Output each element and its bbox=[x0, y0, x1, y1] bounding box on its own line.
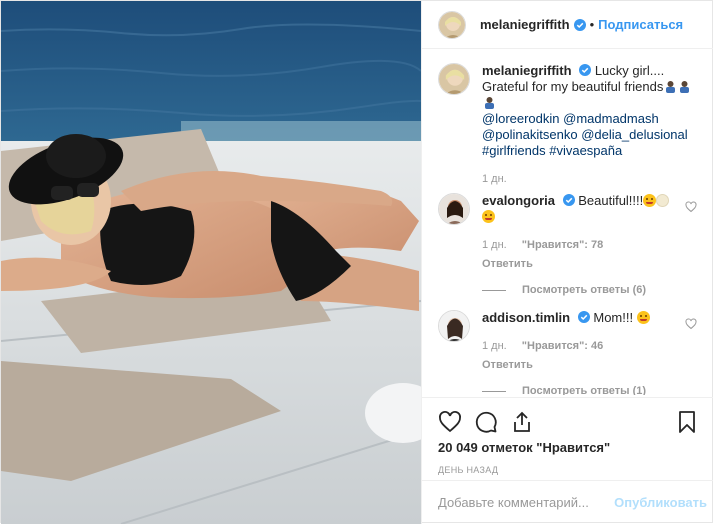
comment-meta: 1 дн. "Нравится": 46 Ответить bbox=[482, 338, 692, 373]
moon-face-emoji-icon bbox=[656, 194, 670, 207]
comment-input[interactable] bbox=[438, 495, 615, 510]
post-photo[interactable] bbox=[1, 1, 421, 524]
mention-link[interactable]: @madmadmash bbox=[563, 111, 659, 126]
view-replies-line bbox=[482, 390, 506, 392]
post-sidebar: melaniegriffith • Подписаться melaniegri… bbox=[421, 1, 713, 524]
caption-body: melaniegriffith Lucky girl.... Grateful … bbox=[482, 63, 692, 187]
small-heart-icon[interactable] bbox=[685, 318, 697, 330]
bookmark-icon[interactable] bbox=[675, 410, 699, 434]
caption: melaniegriffith Lucky girl.... Grateful … bbox=[438, 63, 699, 187]
comment-text: Beautiful!!!! bbox=[578, 193, 644, 208]
mention-link[interactable]: @delia_delusional bbox=[581, 127, 687, 142]
kissing-face-emoji-icon bbox=[482, 210, 495, 223]
commenter-username[interactable]: evalongoria bbox=[482, 193, 555, 208]
header-dot-separator: • bbox=[589, 17, 595, 32]
view-replies-label: Посмотреть ответы (1) bbox=[522, 385, 647, 395]
comments-list[interactable]: melaniegriffith Lucky girl.... Grateful … bbox=[422, 63, 713, 395]
comment-time[interactable]: 1 дн. bbox=[482, 239, 507, 251]
verified-badge-icon bbox=[577, 311, 590, 323]
action-buttons-row bbox=[438, 404, 699, 438]
woman-emoji-icon bbox=[680, 81, 690, 93]
author-username[interactable]: melaniegriffith bbox=[480, 17, 570, 32]
comment-item: addison.timlin Mom!!! 1 дн. "Нравится": … bbox=[438, 310, 699, 373]
verified-badge-icon bbox=[579, 64, 592, 76]
mention-link[interactable]: @polinakitsenko bbox=[482, 127, 578, 142]
comment-meta: 1 дн. "Нравится": 78 Ответить bbox=[482, 237, 692, 272]
comment-icon[interactable] bbox=[474, 410, 498, 434]
hashtag-link[interactable]: #girlfriends bbox=[482, 143, 546, 158]
post-timestamp[interactable]: день назад bbox=[438, 465, 699, 475]
instagram-post: melaniegriffith • Подписаться melaniegri… bbox=[0, 0, 713, 524]
view-replies-line bbox=[482, 289, 506, 291]
view-replies-label: Посмотреть ответы (6) bbox=[522, 284, 647, 296]
commenter-username[interactable]: addison.timlin bbox=[482, 310, 570, 325]
heart-icon[interactable] bbox=[438, 410, 462, 434]
heart-eyes-emoji-icon bbox=[636, 311, 650, 324]
reply-button[interactable]: Ответить bbox=[482, 357, 680, 373]
share-icon[interactable] bbox=[510, 410, 534, 434]
caption-time[interactable]: 1 дн. bbox=[482, 173, 507, 185]
small-heart-icon[interactable] bbox=[685, 201, 697, 213]
verified-badge-icon bbox=[562, 194, 575, 206]
author-avatar[interactable] bbox=[438, 10, 466, 39]
comment-body: evalongoria Beautiful!!!! 1 дн. "Нравитс… bbox=[482, 193, 692, 272]
hashtag-link[interactable]: #vivaespaña bbox=[549, 143, 622, 158]
kissing-face-emoji-icon bbox=[643, 194, 657, 207]
comment-text: Mom!!! bbox=[593, 310, 634, 325]
caption-author-avatar[interactable] bbox=[438, 63, 470, 95]
commenter-avatar[interactable] bbox=[438, 310, 470, 342]
comment-body: addison.timlin Mom!!! 1 дн. "Нравится": … bbox=[482, 310, 692, 373]
post-actions: 20 049 отметок "Нравится" день назад bbox=[422, 397, 713, 475]
comment-item: evalongoria Beautiful!!!! 1 дн. "Нравитс… bbox=[438, 193, 699, 272]
woman-emoji-icon bbox=[485, 97, 494, 109]
follow-button[interactable]: Подписаться bbox=[598, 17, 683, 32]
comment-likes[interactable]: "Нравится": 46 bbox=[522, 340, 603, 352]
likes-count[interactable]: 20 049 отметок "Нравится" bbox=[438, 440, 699, 455]
mention-link[interactable]: @loreerodkin bbox=[482, 111, 560, 126]
caption-meta: 1 дн. bbox=[482, 171, 692, 187]
caption-author[interactable]: melaniegriffith bbox=[482, 63, 572, 78]
commenter-avatar[interactable] bbox=[438, 193, 470, 225]
publish-button[interactable]: Опубликовать bbox=[614, 495, 707, 510]
comment-time[interactable]: 1 дн. bbox=[482, 340, 507, 352]
view-replies-button[interactable]: Посмотреть ответы (6) bbox=[482, 284, 699, 296]
verified-badge-icon bbox=[573, 18, 586, 31]
comment-likes[interactable]: "Нравится": 78 bbox=[522, 239, 603, 251]
reply-button[interactable]: Ответить bbox=[482, 256, 680, 272]
post-header: melaniegriffith • Подписаться bbox=[422, 1, 713, 49]
add-comment-bar: Опубликовать bbox=[422, 480, 713, 524]
view-replies-button[interactable]: Посмотреть ответы (1) bbox=[482, 385, 699, 395]
woman-emoji-icon bbox=[666, 81, 676, 93]
